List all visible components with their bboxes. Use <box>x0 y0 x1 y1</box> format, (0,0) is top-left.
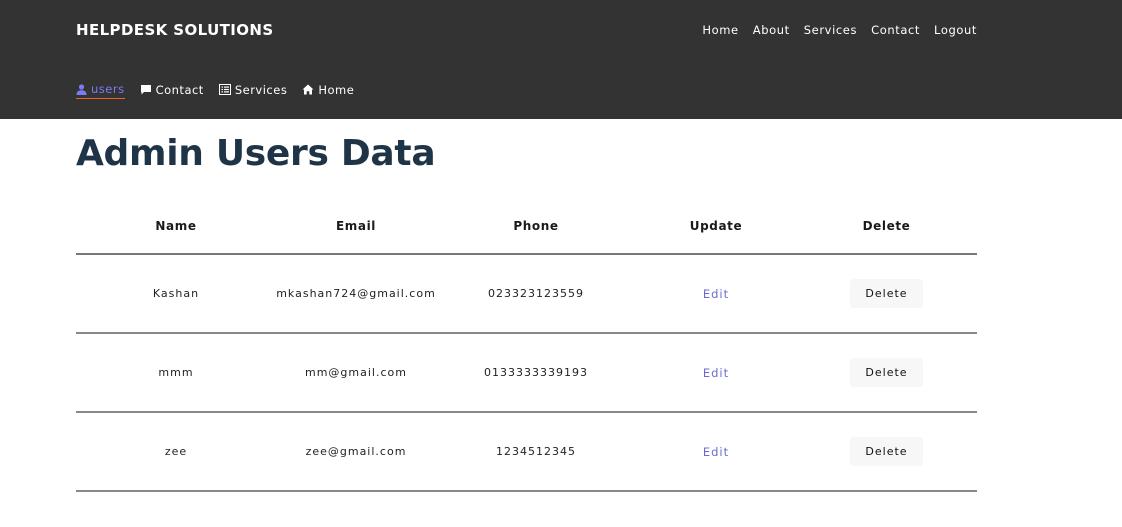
cell-phone: 023323123559 <box>488 287 584 300</box>
sub-nav-users-label: users <box>91 82 125 96</box>
admin-sub-nav: users Contact Services Home <box>76 82 354 99</box>
sub-nav-users[interactable]: users <box>76 82 125 99</box>
cell-update: Edit <box>636 366 796 380</box>
sub-nav-home-label: Home <box>318 82 355 97</box>
cell-name: zee <box>164 445 188 458</box>
sub-nav-services[interactable]: Services <box>218 82 288 99</box>
column-header-update: Update <box>689 218 743 233</box>
brand-logo-text[interactable]: HELPDESK SOLUTIONS <box>76 21 274 39</box>
cell-email: zee@gmail.com <box>305 445 407 458</box>
cell-name: Kashan <box>152 287 200 300</box>
list-icon <box>218 84 231 95</box>
cell-email: mm@gmail.com <box>305 366 407 379</box>
page-title: Admin Users Data <box>76 133 436 174</box>
top-nav-contact[interactable]: Contact <box>871 23 920 37</box>
delete-button[interactable]: Delete <box>850 358 923 387</box>
sub-nav-contact[interactable]: Contact <box>140 83 204 99</box>
top-nav-logout[interactable]: Logout <box>934 23 977 37</box>
top-nav-about[interactable]: About <box>753 23 790 37</box>
top-nav: Home About Services Contact Logout <box>702 23 977 37</box>
edit-link[interactable]: Edit <box>703 366 729 380</box>
users-table: Name Email Phone Update Delete Kashan mk… <box>76 198 977 492</box>
sub-nav-contact-label: Contact <box>155 82 204 97</box>
cell-delete: Delete <box>796 437 977 466</box>
cell-phone: 1234512345 <box>496 445 576 458</box>
edit-link[interactable]: Edit <box>703 445 729 459</box>
cell-delete: Delete <box>796 358 977 387</box>
column-header-phone: Phone <box>513 218 559 233</box>
column-header-delete: Delete <box>862 218 911 233</box>
message-icon <box>140 84 152 95</box>
table-row: zee zee@gmail.com 1234512345 Edit Delete <box>76 413 977 492</box>
delete-button[interactable]: Delete <box>850 279 923 308</box>
top-nav-home[interactable]: Home <box>702 23 738 37</box>
table-header-row: Name Email Phone Update Delete <box>76 198 977 255</box>
cell-email: mkashan724@gmail.com <box>276 287 436 300</box>
column-header-email: Email <box>335 218 377 233</box>
home-icon <box>302 84 314 95</box>
cell-update: Edit <box>636 445 796 459</box>
delete-button[interactable]: Delete <box>850 437 923 466</box>
cell-phone: 0133333339193 <box>484 366 588 379</box>
cell-delete: Delete <box>796 279 977 308</box>
sub-nav-home[interactable]: Home <box>302 83 354 99</box>
edit-link[interactable]: Edit <box>703 287 729 301</box>
cell-name: mmm <box>158 366 194 379</box>
sub-nav-services-label: Services <box>234 82 288 97</box>
site-header: HELPDESK SOLUTIONS Home About Services C… <box>0 0 1122 119</box>
top-nav-services[interactable]: Services <box>804 23 857 37</box>
table-row: Kashan mkashan724@gmail.com 023323123559… <box>76 255 977 334</box>
table-row: mmm mm@gmail.com 0133333339193 Edit Dele… <box>76 334 977 413</box>
column-header-name: Name <box>155 218 197 233</box>
user-icon <box>76 83 87 95</box>
cell-update: Edit <box>636 287 796 301</box>
